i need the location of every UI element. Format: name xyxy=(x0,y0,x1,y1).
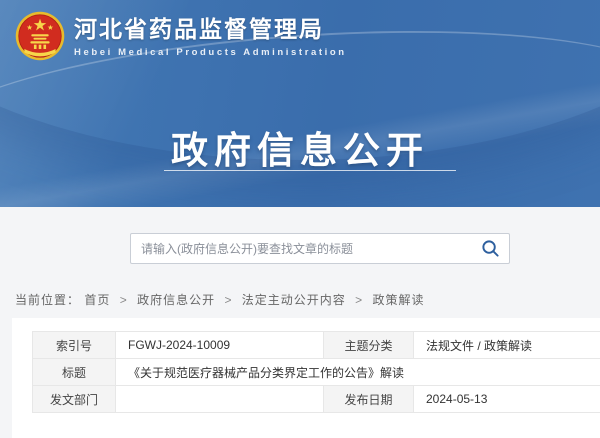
breadcrumb-separator: > xyxy=(224,293,232,307)
subject-category-value: 法规文件 / 政策解读 xyxy=(414,332,600,359)
table-row: 标题 《关于规范医疗器械产品分类界定工作的公告》解读 xyxy=(33,359,600,386)
title-label: 标题 xyxy=(33,359,116,386)
issuing-department-label: 发文部门 xyxy=(33,386,116,413)
publish-date-label: 发布日期 xyxy=(324,386,414,413)
site-header: 河北省药品监督管理局 Hebei Medical Products Admini… xyxy=(0,0,600,207)
breadcrumb-separator: > xyxy=(355,293,363,307)
search-button[interactable] xyxy=(471,234,509,263)
title-value: 《关于规范医疗器械产品分类界定工作的公告》解读 xyxy=(116,359,600,386)
breadcrumb: 当前位置： 首页 > 政府信息公开 > 法定主动公开内容 > 政策解读 xyxy=(15,291,425,308)
site-subtitle: Hebei Medical Products Administration xyxy=(74,47,347,58)
breadcrumb-prefix: 当前位置： xyxy=(15,293,80,307)
table-row: 发文部门 发布日期 2024-05-13 xyxy=(33,386,600,413)
index-number-value: FGWJ-2024-10009 xyxy=(116,332,324,359)
breadcrumb-separator: > xyxy=(120,293,128,307)
publish-date-value: 2024-05-13 xyxy=(414,386,600,413)
index-number-label: 索引号 xyxy=(33,332,116,359)
table-row: 索引号 FGWJ-2024-10009 主题分类 法规文件 / 政策解读 xyxy=(33,332,600,359)
breadcrumb-item-policy-interpretation[interactable]: 政策解读 xyxy=(373,293,425,307)
breadcrumb-item-home[interactable]: 首页 xyxy=(84,293,110,307)
document-detail-table: 索引号 FGWJ-2024-10009 主题分类 法规文件 / 政策解读 标题 … xyxy=(32,331,600,413)
search-icon xyxy=(481,239,500,258)
document-detail-card: 索引号 FGWJ-2024-10009 主题分类 法规文件 / 政策解读 标题 … xyxy=(12,318,600,438)
issuing-department-value xyxy=(116,386,324,413)
breadcrumb-item-statutory-disclosure[interactable]: 法定主动公开内容 xyxy=(242,293,346,307)
breadcrumb-item-gov-info[interactable]: 政府信息公开 xyxy=(137,293,215,307)
search-bar xyxy=(130,233,510,264)
site-title: 河北省药品监督管理局 xyxy=(74,14,347,44)
title-underline-divider xyxy=(164,170,456,171)
national-emblem-icon xyxy=(14,8,66,64)
subject-category-label: 主题分类 xyxy=(324,332,414,359)
page-title: 政府信息公开 xyxy=(0,120,600,174)
search-input[interactable] xyxy=(131,234,471,263)
site-brand[interactable]: 河北省药品监督管理局 Hebei Medical Products Admini… xyxy=(14,8,347,64)
